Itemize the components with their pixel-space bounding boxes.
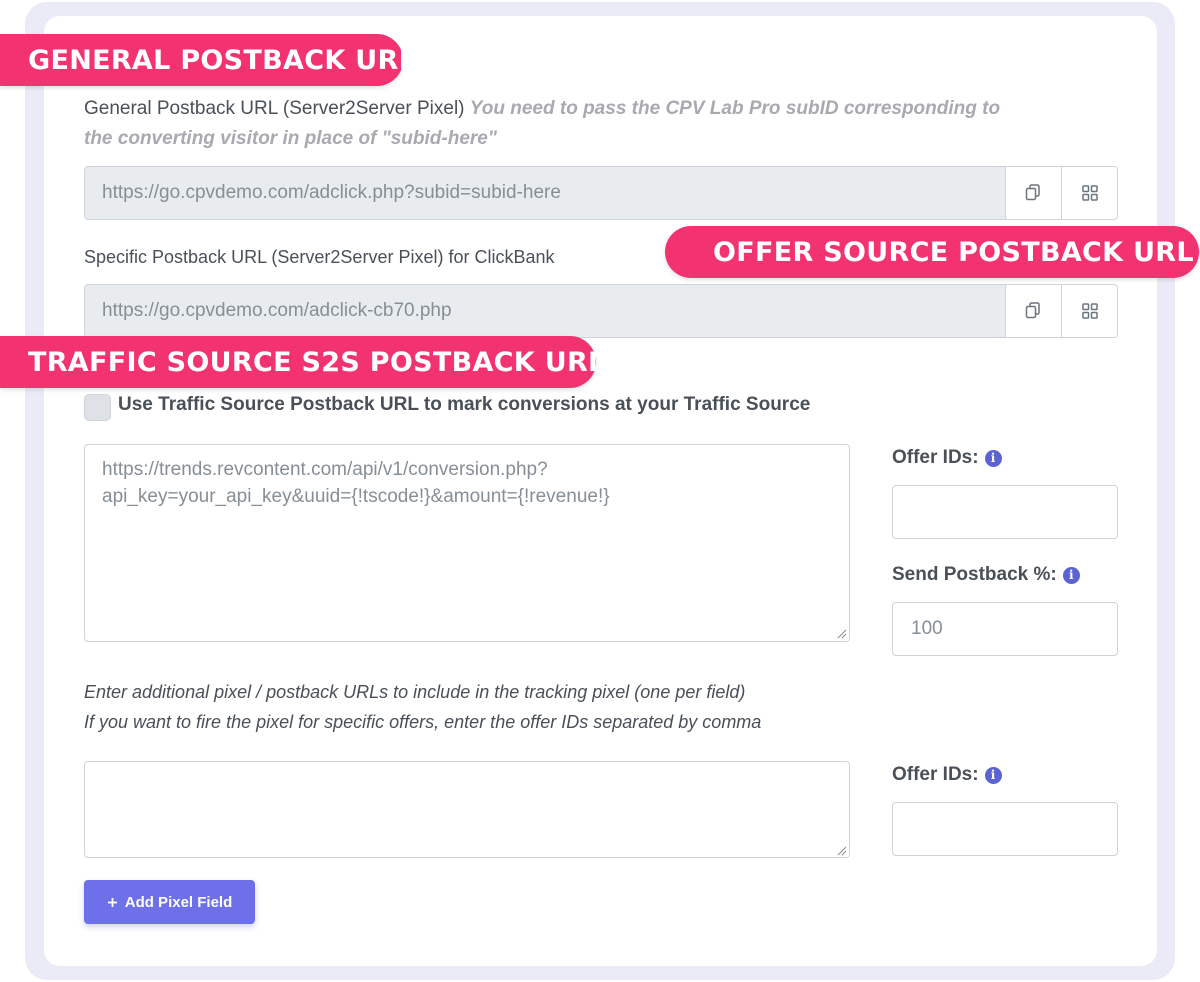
general-qr-button[interactable] <box>1061 166 1118 220</box>
specific-copy-button[interactable] <box>1005 284 1062 338</box>
traffic-offer-ids-input[interactable] <box>892 485 1118 539</box>
add-pixel-field-label: Add Pixel Field <box>124 893 233 911</box>
callout-offer-source-postback: OFFER SOURCE POSTBACK URL <box>665 226 1199 278</box>
plus-icon <box>107 897 117 907</box>
additional-pixel-textarea[interactable] <box>84 761 850 858</box>
pixel-offer-ids-label: Offer IDs: i <box>892 764 1002 786</box>
callout-traffic-source-postback: TRAFFIC SOURCE S2S POSTBACK URL <box>0 336 605 388</box>
traffic-url-line1: https://trends.revcontent.com/api/v1/con… <box>102 459 548 480</box>
traffic-source-checkbox-label: Use Traffic Source Postback URL to mark … <box>118 394 811 415</box>
copy-icon <box>1025 302 1040 319</box>
resize-grip-icon[interactable] <box>836 845 847 856</box>
specific-postback-label: Specific Postback URL (Server2Server Pix… <box>84 247 555 267</box>
info-icon[interactable]: i <box>984 766 1002 784</box>
resize-grip-icon[interactable] <box>836 628 847 639</box>
traffic-source-url-textarea[interactable]: https://trends.revcontent.com/api/v1/con… <box>84 444 850 642</box>
pixel-offer-ids-input[interactable] <box>892 802 1118 856</box>
additional-pixel-note-2: If you want to fire the pixel for specif… <box>84 712 762 732</box>
info-icon[interactable]: i <box>1062 566 1080 584</box>
send-postback-label: Send Postback %: i <box>892 564 1080 586</box>
send-postback-input[interactable]: 100 <box>892 602 1118 656</box>
general-copy-button[interactable] <box>1005 166 1062 220</box>
specific-qr-button[interactable] <box>1061 284 1118 338</box>
specific-postback-url-field[interactable]: https://go.cpvdemo.com/adclick-cb70.php <box>84 284 1006 338</box>
general-postback-url-field[interactable]: https://go.cpvdemo.com/adclick.php?subid… <box>84 166 1006 220</box>
info-icon[interactable]: i <box>984 449 1002 467</box>
additional-pixel-note-1: Enter additional pixel / postback URLs t… <box>84 682 746 702</box>
traffic-offer-ids-label: Offer IDs: i <box>892 447 1002 469</box>
traffic-url-line2: api_key=your_api_key&uuid={!tscode!}&amo… <box>102 486 610 507</box>
add-pixel-field-button[interactable]: Add Pixel Field <box>84 880 255 924</box>
traffic-source-checkbox[interactable] <box>84 394 111 421</box>
general-postback-label: General Postback URL (Server2Server Pixe… <box>84 94 1124 154</box>
qr-code-icon <box>1081 185 1098 201</box>
callout-general-postback: GENERAL POSTBACK URL <box>0 34 416 86</box>
copy-icon <box>1025 184 1040 201</box>
general-postback-label-text: General Postback URL (Server2Server Pixe… <box>84 98 465 119</box>
qr-code-icon <box>1081 303 1098 319</box>
